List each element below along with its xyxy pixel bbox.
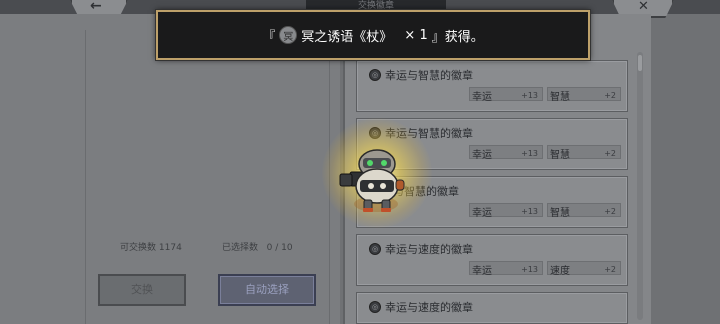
toast-item-name: 冥之诱语《杖》	[301, 29, 393, 45]
exchangeable-label: 可交换数	[120, 243, 157, 253]
badge-card[interactable]: ◎ 幸运与速度的徽章	[356, 292, 628, 324]
badge-card[interactable]: ◎ 幸运与智慧的徽章 幸运 +13 智慧 +2	[356, 60, 628, 112]
exchangeable-count: 可交换数 1174	[120, 240, 182, 253]
badge-name: 幸运与速度的徽章	[385, 243, 473, 256]
toast-quantity: × 1	[404, 27, 428, 43]
item-icon: 冥	[279, 26, 298, 44]
stat-value: +13	[521, 149, 538, 158]
stat-name: 幸运	[472, 150, 492, 161]
badge-name: 幸运与智慧的徽章	[385, 69, 473, 82]
stat-name: 智慧	[550, 92, 570, 103]
badge-card[interactable]: ◎ 幸运与速度的徽章 幸运 +13 速度 +2	[356, 234, 628, 286]
stat-name: 幸运	[472, 92, 492, 103]
toast-suffix: 』获得。	[431, 29, 484, 45]
stat-name: 幸运	[472, 208, 492, 219]
exchange-button[interactable]: 交换	[98, 274, 186, 306]
selected-count: 已选择数 0 / 10	[222, 240, 293, 253]
reward-toast[interactable]: 『 冥 冥之诱语《杖》 × 1 』获得。	[156, 10, 590, 60]
badge-icon: ◎	[369, 243, 381, 255]
auto-select-button[interactable]: 自动选择	[218, 274, 316, 306]
stat-name: 速度	[550, 266, 570, 277]
stat-name: 智慧	[550, 150, 570, 161]
stat-name: 幸运	[472, 266, 492, 277]
stat-value: +2	[604, 207, 616, 216]
back-arrow-icon: ←	[90, 0, 102, 14]
scrollbar[interactable]	[637, 52, 643, 320]
stat-value: +13	[521, 207, 538, 216]
badge-icon: ◎	[369, 69, 381, 81]
stat-value: +2	[604, 149, 616, 158]
toast-bracket-open: 『	[262, 29, 276, 45]
robot-mascot-icon	[339, 149, 405, 212]
scrollbar-thumb[interactable]	[638, 55, 642, 71]
stat-value: +13	[521, 265, 538, 274]
exchangeable-value: 1174	[158, 243, 182, 253]
stat-name: 智慧	[550, 208, 570, 219]
stat-value: +2	[604, 265, 616, 274]
badge-icon: ◎	[369, 301, 381, 313]
stat-value: +13	[521, 91, 538, 100]
close-icon: ✕	[638, 0, 649, 14]
badge-name: 幸运与速度的徽章	[385, 301, 473, 314]
selected-value: 0 / 10	[266, 243, 293, 253]
selected-label: 已选择数	[222, 243, 259, 253]
stat-value: +2	[604, 91, 616, 100]
